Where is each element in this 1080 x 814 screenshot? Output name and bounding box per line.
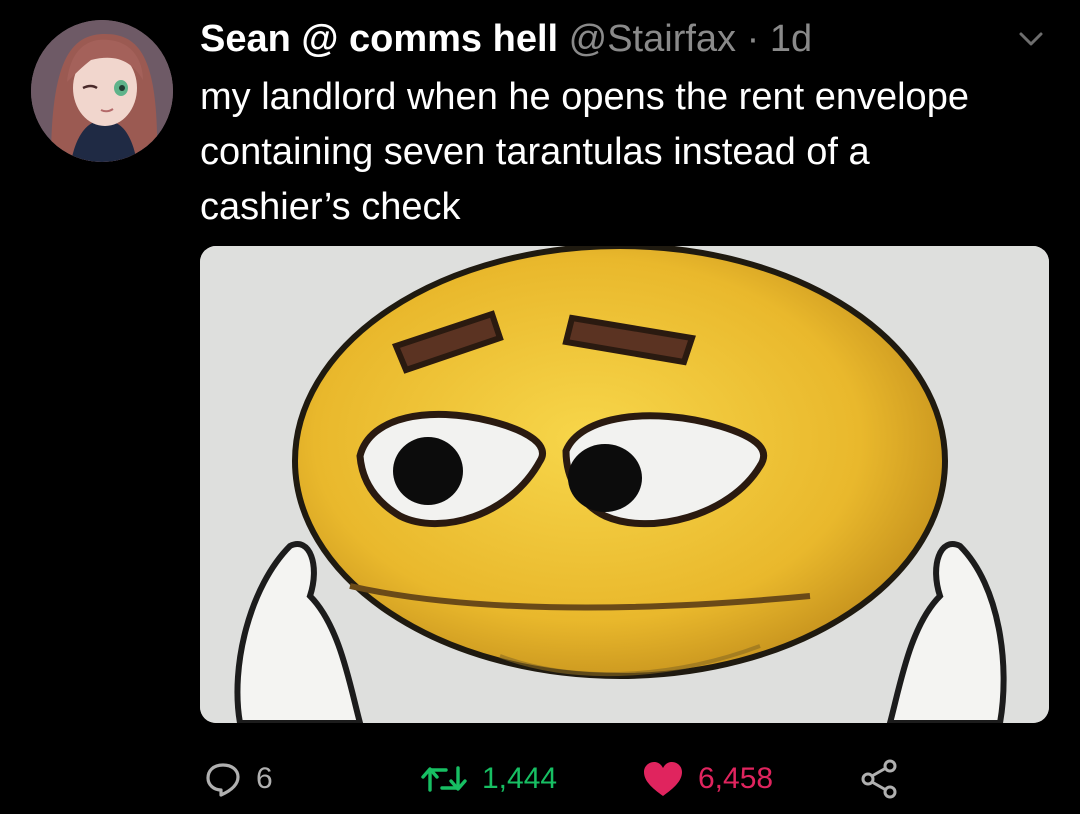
retweet-icon bbox=[421, 766, 467, 792]
tweet-media[interactable] bbox=[200, 246, 1049, 723]
tweet[interactable]: Sean @ comms hell @Stairfax · 1d my land… bbox=[0, 0, 1080, 814]
tweet-text-line: cashier’s check bbox=[200, 186, 461, 228]
chevron-down-icon[interactable] bbox=[1016, 28, 1046, 50]
like-button[interactable]: 6,458 bbox=[642, 754, 773, 804]
reply-button[interactable]: 6 bbox=[204, 754, 273, 804]
anime-avatar-image bbox=[31, 20, 173, 162]
retweet-button[interactable]: 1,444 bbox=[420, 754, 557, 804]
tweet-text-line: containing seven tarantulas instead of a bbox=[200, 131, 870, 173]
emoji-face-image bbox=[200, 246, 1049, 723]
timestamp[interactable]: 1d bbox=[770, 18, 812, 60]
reply-icon bbox=[206, 763, 240, 797]
separator-dot: · bbox=[746, 18, 760, 60]
retweet-count: 1,444 bbox=[482, 762, 558, 795]
share-button[interactable] bbox=[858, 754, 902, 804]
avatar[interactable] bbox=[31, 20, 173, 162]
tweet-actions: 6 1,444 6,458 bbox=[0, 750, 1080, 810]
heart-icon bbox=[644, 762, 682, 796]
share-icon bbox=[861, 759, 897, 799]
user-handle[interactable]: @Stairfax bbox=[569, 18, 736, 60]
tweet-text-line: my landlord when he opens the rent envel… bbox=[200, 76, 969, 118]
reply-count: 6 bbox=[256, 762, 273, 795]
display-name[interactable]: Sean @ comms hell bbox=[200, 18, 558, 60]
like-count: 6,458 bbox=[698, 762, 774, 795]
tweet-header: Sean @ comms hell @Stairfax · 1d bbox=[200, 16, 812, 62]
tweet-text: my landlord when he opens the rent envel… bbox=[200, 70, 1060, 235]
